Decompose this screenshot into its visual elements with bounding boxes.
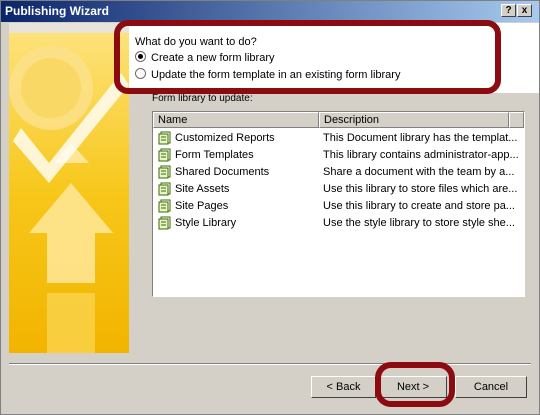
library-icon [158,182,171,196]
footer-separator [9,363,531,365]
close-button[interactable]: x [517,4,532,17]
help-button[interactable]: ? [501,4,516,17]
side-banner-strip [9,23,129,33]
library-name: Site Assets [175,183,230,195]
column-header-filler [509,112,524,128]
list-item[interactable]: Form Templates This library contains adm… [153,147,524,164]
next-button-highlight-annotation [375,362,455,407]
column-header-description[interactable]: Description [319,112,509,128]
library-icon [158,131,171,145]
library-description: Use this library to store files which ar… [323,183,518,195]
library-description: This Document library has the templat... [323,132,518,144]
list-item[interactable]: Shared Documents Share a document with t… [153,164,524,181]
list-item[interactable]: Site Assets Use this library to store fi… [153,181,524,198]
library-name: Style Library [175,217,237,229]
options-highlight-annotation [114,20,501,94]
library-description: Use this library to create and store pa.… [323,200,515,212]
library-list[interactable]: Name Description Customized Reports This… [152,111,525,297]
window-title: Publishing Wizard [5,4,109,18]
library-name: Shared Documents [175,166,270,178]
library-list-label: Form library to update: [152,93,253,104]
list-header: Name Description [153,112,524,128]
library-description: This library contains administrator-app.… [323,149,519,161]
library-icon [158,199,171,213]
cancel-button[interactable]: Cancel [455,376,527,398]
library-name: Form Templates [175,149,254,161]
list-item[interactable]: Style Library Use the style library to s… [153,215,524,232]
wizard-side-graphic-image [9,33,129,353]
library-description: Use the style library to store style she… [323,217,515,229]
column-header-name[interactable]: Name [153,112,319,128]
library-icon [158,165,171,179]
library-icon [158,148,171,162]
library-name: Site Pages [175,200,229,212]
publishing-wizard-window: Publishing Wizard ? x What do you want t… [0,0,540,415]
library-name: Customized Reports [175,132,275,144]
list-item[interactable]: Site Pages Use this library to create an… [153,198,524,215]
list-item[interactable]: Customized Reports This Document library… [153,130,524,147]
wizard-side-graphic [9,33,129,353]
library-icon [158,216,171,230]
library-description: Share a document with the team by a... [323,166,515,178]
back-button[interactable]: < Back [311,376,376,398]
title-bar: Publishing Wizard ? x [1,1,539,22]
